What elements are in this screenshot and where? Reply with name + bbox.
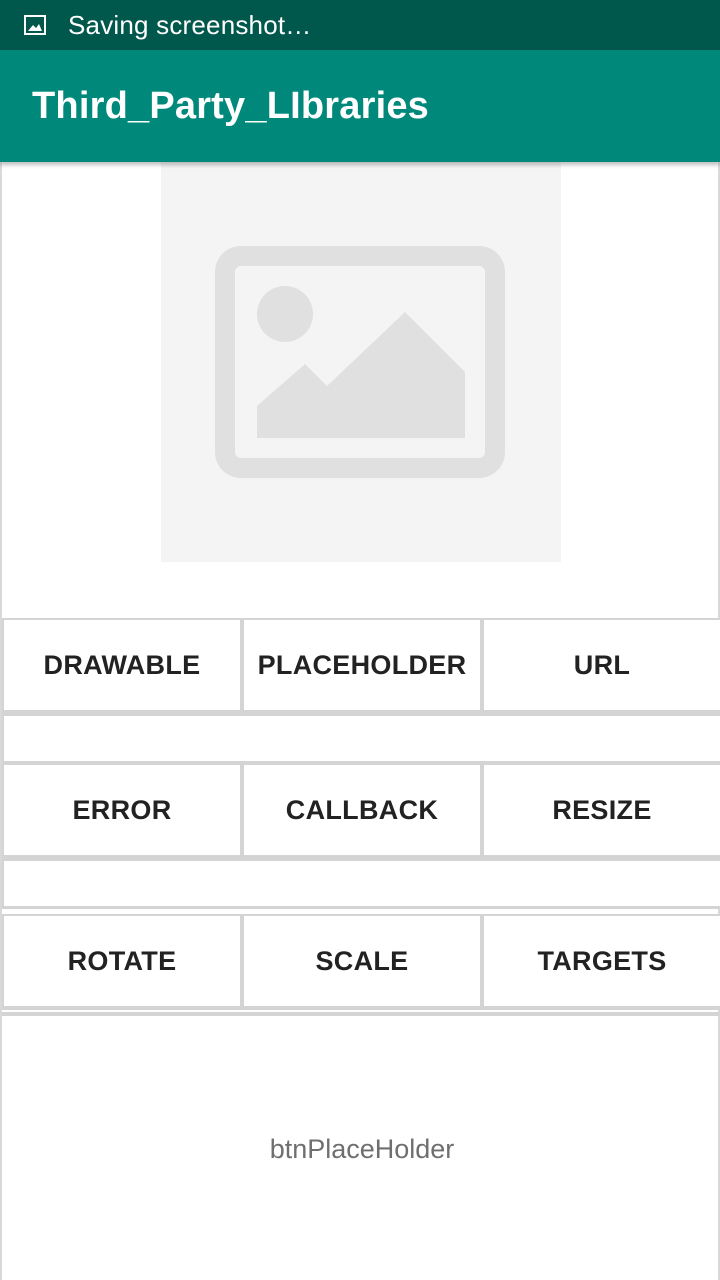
image-placeholder-icon: [215, 246, 505, 478]
placeholder-label: btnPlaceHolder: [269, 1133, 455, 1164]
scale-button[interactable]: SCALE: [242, 914, 482, 1010]
status-text: Saving screenshot…: [68, 9, 312, 40]
empty-row-1: [2, 714, 720, 764]
button-row-2: ERROR CALLBACK RESIZE: [2, 763, 720, 859]
status-bar: Saving screenshot…: [0, 0, 720, 50]
resize-button[interactable]: RESIZE: [482, 763, 720, 859]
image-icon: [24, 14, 46, 36]
app-bar: Third_Party_LIbraries: [0, 50, 720, 162]
drawable-button[interactable]: DRAWABLE: [2, 618, 242, 714]
callback-button[interactable]: CALLBACK: [242, 763, 482, 859]
targets-button[interactable]: TARGETS: [482, 914, 720, 1010]
url-button[interactable]: URL: [482, 618, 720, 714]
main-content: DRAWABLE PLACEHOLDER URL ERROR CALLBACK …: [0, 162, 720, 1280]
app-title: Third_Party_LIbraries: [32, 84, 430, 127]
error-button[interactable]: ERROR: [2, 763, 242, 859]
button-row-1: DRAWABLE PLACEHOLDER URL: [2, 618, 720, 714]
button-row-3: ROTATE SCALE TARGETS: [2, 914, 720, 1010]
empty-row-2: [2, 859, 720, 909]
image-view: [161, 162, 561, 562]
placeholder-button[interactable]: PLACEHOLDER: [242, 618, 482, 714]
bottom-panel: btnPlaceHolder: [2, 1012, 720, 1280]
rotate-button[interactable]: ROTATE: [2, 914, 242, 1010]
